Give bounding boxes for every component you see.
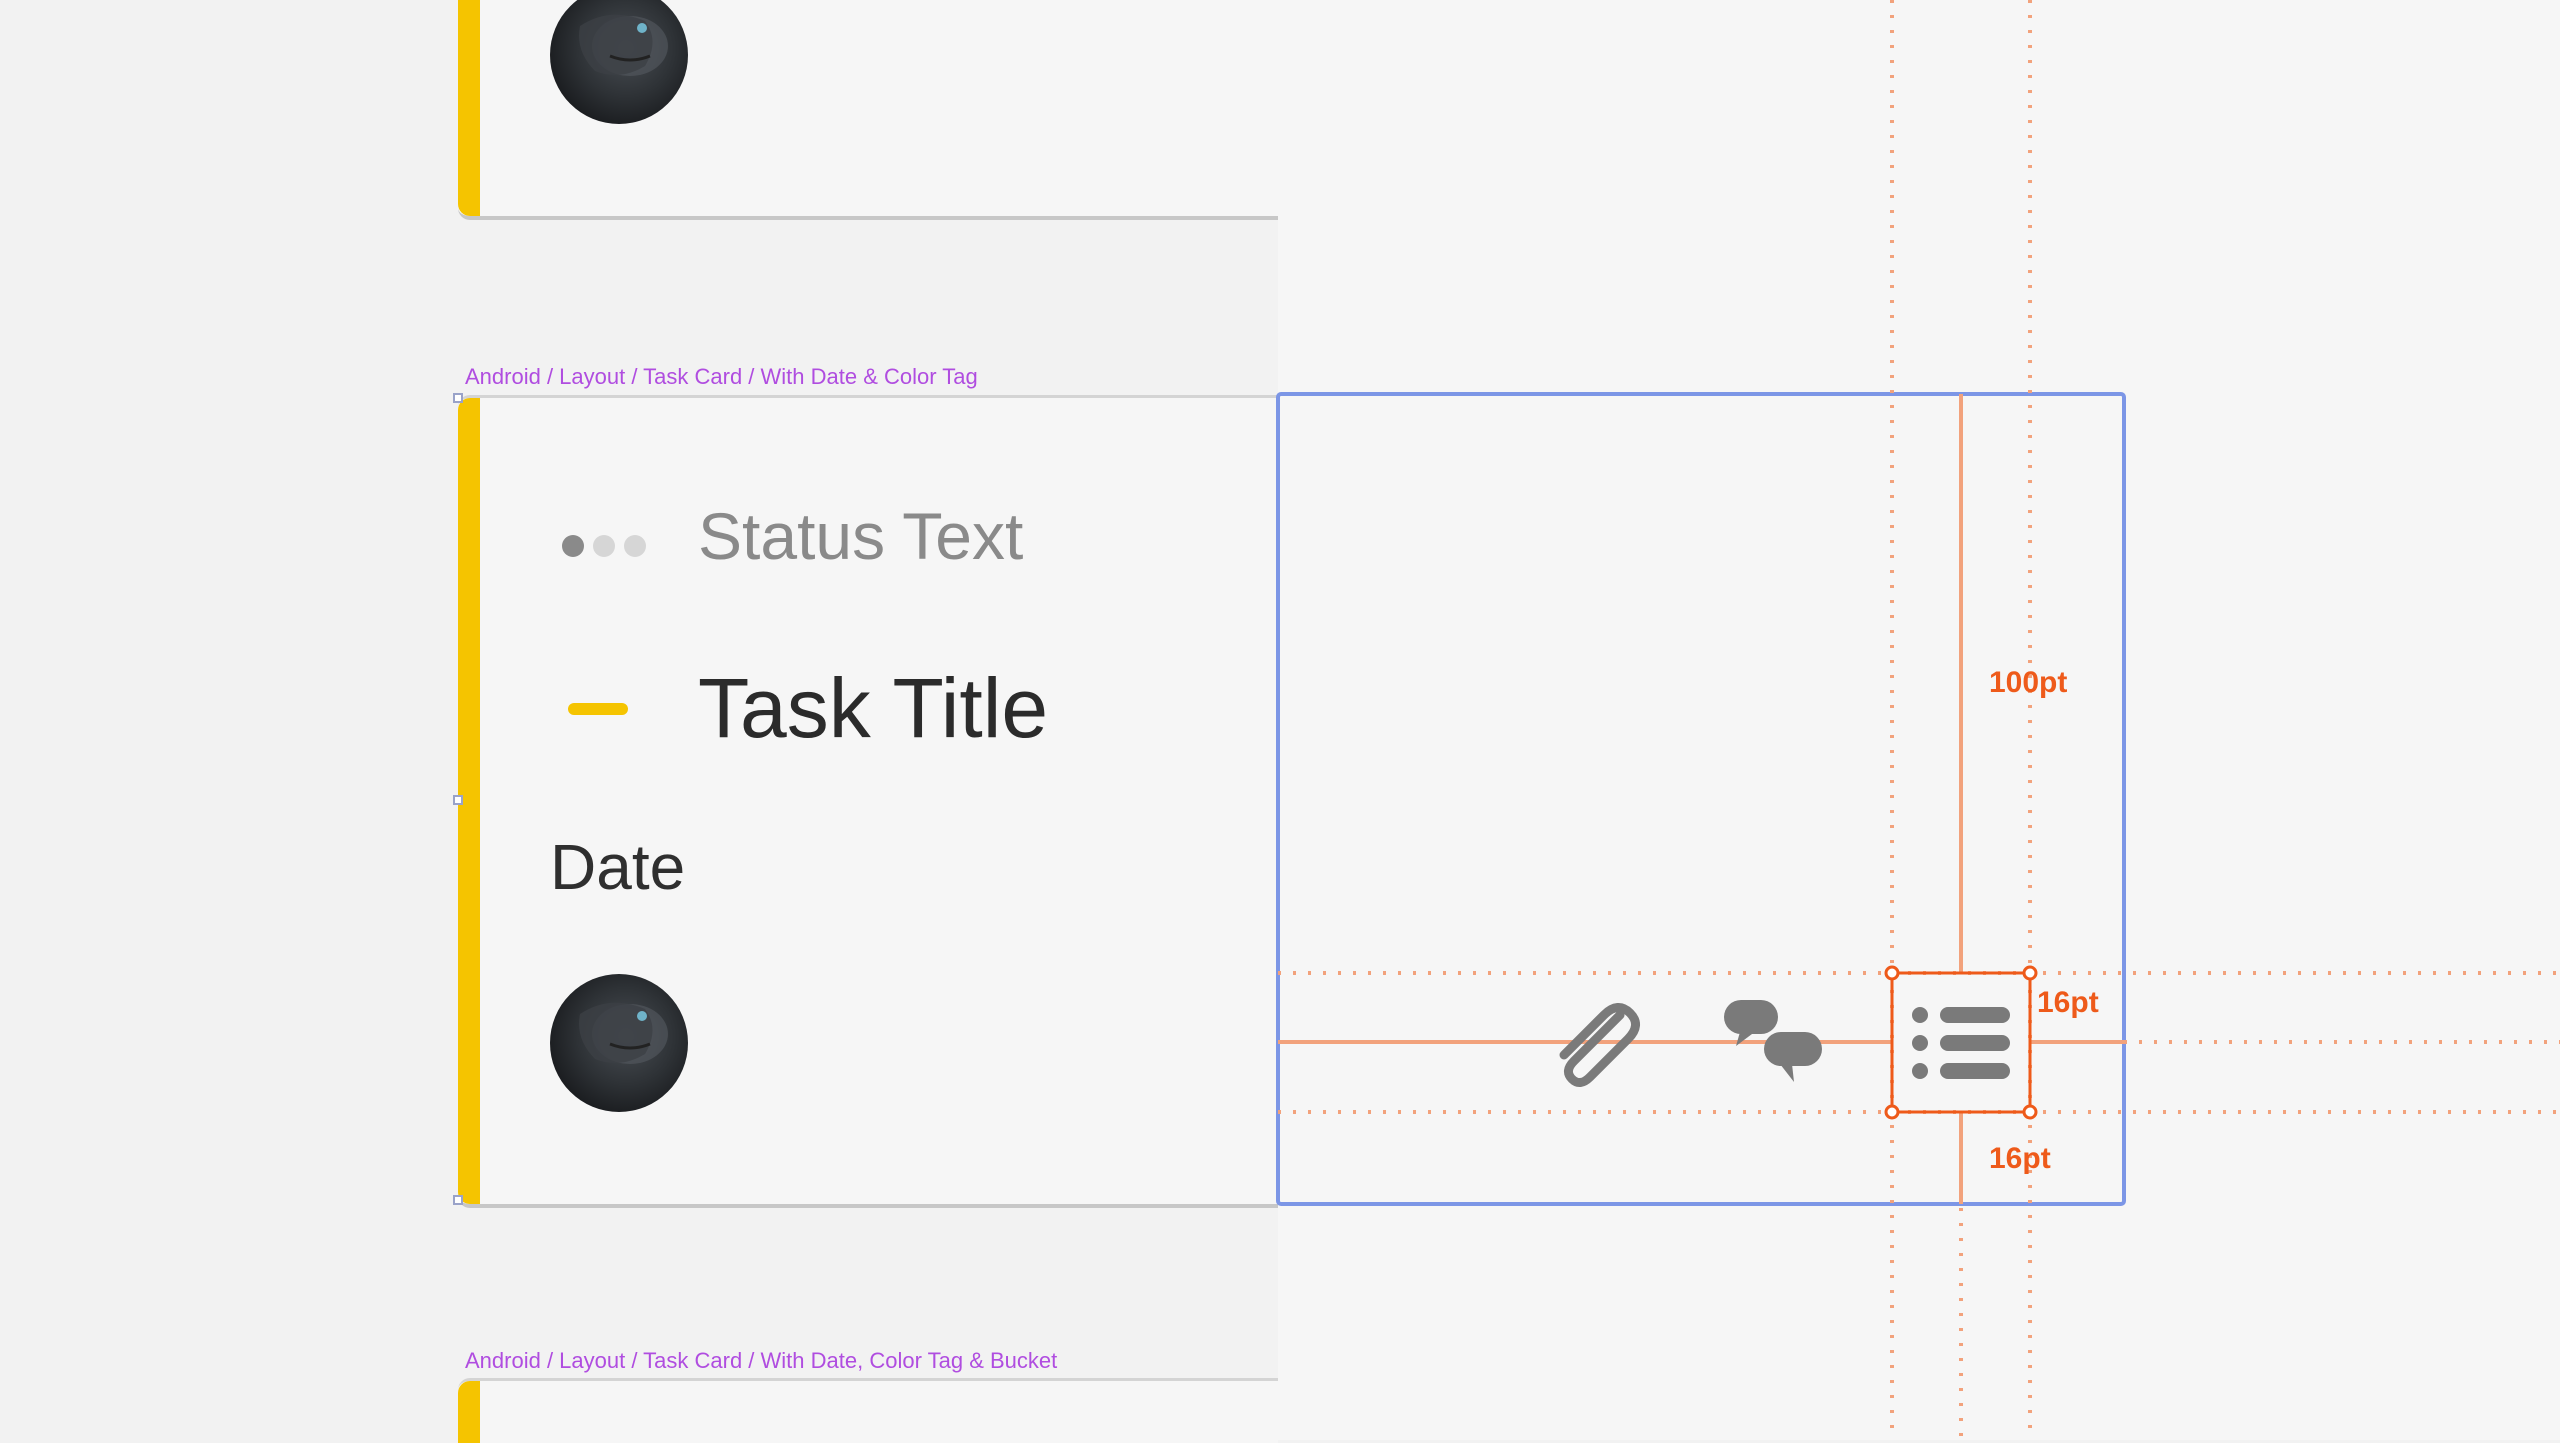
status-text: Status Text bbox=[698, 499, 1024, 573]
task-card-bottom[interactable] bbox=[458, 1378, 1278, 1443]
icon-size-measurement-label: 16pt bbox=[2037, 986, 2099, 1019]
checklist-icon[interactable] bbox=[1910, 1005, 2014, 1081]
frame-label[interactable]: Android / Layout / Task Card / With Date… bbox=[465, 1348, 1057, 1374]
date-text: Date bbox=[550, 831, 686, 903]
avatar[interactable] bbox=[550, 0, 688, 124]
comments-icon[interactable] bbox=[1722, 996, 1826, 1088]
task-card-top[interactable] bbox=[458, 0, 1278, 220]
selection-handle[interactable] bbox=[453, 1195, 463, 1205]
task-title: Task Title bbox=[698, 661, 1049, 755]
color-tag-bar bbox=[458, 0, 480, 216]
paperclip-icon[interactable] bbox=[1540, 995, 1646, 1091]
avatar[interactable] bbox=[550, 974, 688, 1112]
task-card[interactable]: Status Text Task Title Date bbox=[458, 395, 1278, 1208]
selection-handle[interactable] bbox=[453, 393, 463, 403]
canvas-right bbox=[1278, 0, 2560, 1440]
color-tag-dash bbox=[568, 703, 628, 715]
height-measurement-label: 100pt bbox=[1989, 666, 2068, 699]
color-tag-bar bbox=[458, 1381, 480, 1443]
selection-handle[interactable] bbox=[453, 795, 463, 805]
bottom-padding-measurement-label: 16pt bbox=[1989, 1142, 2051, 1175]
status-dots-icon bbox=[562, 535, 646, 557]
frame-label[interactable]: Android / Layout / Task Card / With Date… bbox=[465, 364, 978, 390]
